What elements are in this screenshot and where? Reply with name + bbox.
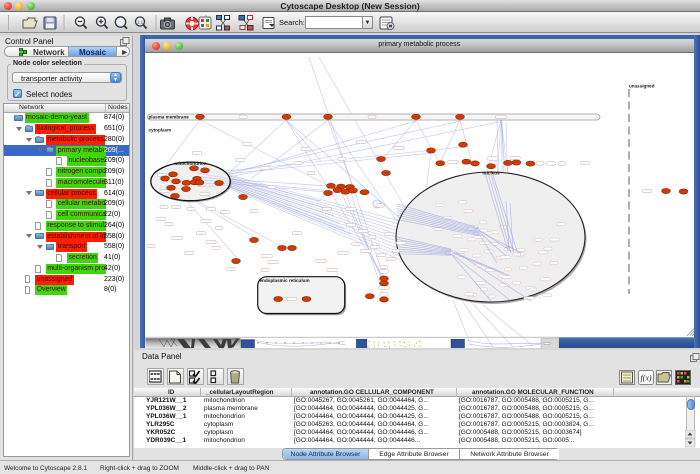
svg-text:mitochondrion: mitochondrion — [174, 161, 206, 166]
svg-text:endoplasmic reticulum: endoplasmic reticulum — [259, 278, 309, 283]
svg-text:1:1: 1:1 — [137, 20, 144, 25]
svg-text:f(x): f(x) — [640, 374, 651, 383]
svg-text:unassigned: unassigned — [629, 84, 655, 89]
svg-text:cytoplasm: cytoplasm — [148, 128, 171, 133]
svg-text:plasma membrane: plasma membrane — [148, 114, 189, 119]
